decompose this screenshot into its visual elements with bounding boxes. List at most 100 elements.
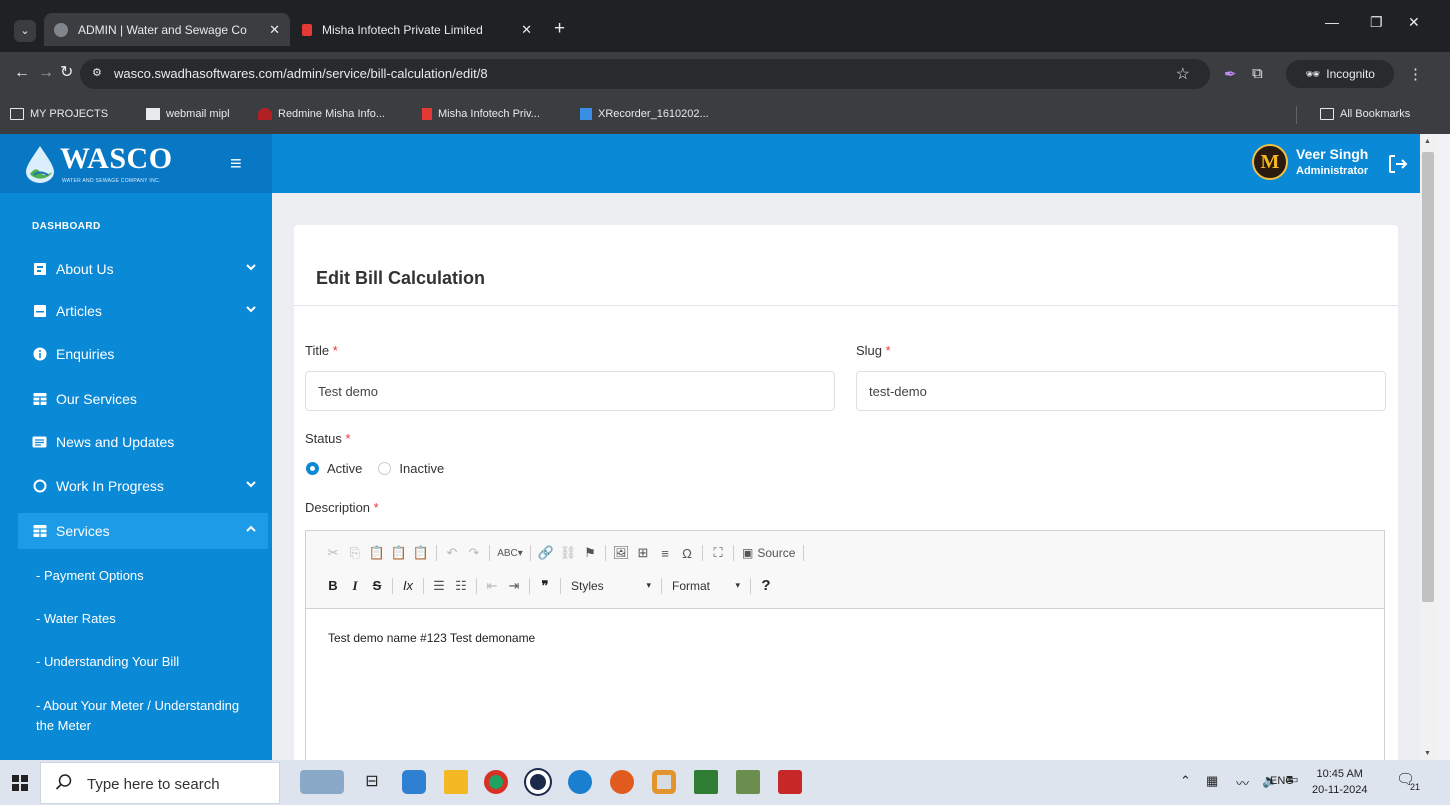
close-tab-icon[interactable]: ✕: [269, 22, 280, 38]
sidebar-subitem-payment-options[interactable]: - Payment Options: [36, 566, 256, 586]
logout-icon[interactable]: [1386, 152, 1410, 176]
sidebar-item-news-and-updates[interactable]: News and Updates: [18, 424, 268, 460]
new-tab-button[interactable]: +: [554, 19, 565, 39]
paste-icon[interactable]: 📋: [366, 545, 388, 561]
indent-icon[interactable]: ⇥: [503, 578, 525, 594]
site-info-icon[interactable]: ⚙: [92, 66, 102, 79]
weather-widget-icon[interactable]: [300, 770, 344, 794]
task-view-icon[interactable]: ⊟: [360, 770, 384, 794]
tab-misha-infotech[interactable]: Misha Infotech Private Limited ✕: [292, 13, 542, 46]
unlink-icon[interactable]: ⛓: [557, 545, 579, 561]
file-explorer-icon[interactable]: [444, 770, 468, 794]
image-icon[interactable]: 🖼: [610, 545, 632, 561]
undo-icon[interactable]: ↶: [441, 545, 463, 561]
paste-word-icon[interactable]: 📋: [410, 545, 432, 561]
blockquote-icon[interactable]: ❞: [534, 578, 556, 594]
scroll-down-icon[interactable]: ▼: [1424, 750, 1431, 757]
sidebar-heading[interactable]: DASHBOARD: [32, 221, 101, 232]
sidebar-item-our-services[interactable]: Our Services: [18, 381, 268, 417]
tab-admin[interactable]: ADMIN | Water and Sewage Co ✕: [44, 13, 290, 46]
taskbar-clock[interactable]: 10:45 AM 20-11-2024: [1312, 766, 1367, 798]
tab-search-button[interactable]: ⌄: [14, 20, 36, 42]
horizontal-line-icon[interactable]: ≡: [654, 546, 676, 561]
logo[interactable]: WASCO WATER AND SEWAGE COMPANY INC. ≡: [0, 134, 272, 193]
scrollbar-thumb[interactable]: [1422, 152, 1434, 602]
source-button[interactable]: ▣ Source: [738, 546, 799, 560]
close-tab-icon[interactable]: ✕: [521, 22, 532, 38]
back-icon[interactable]: ←: [14, 64, 30, 82]
status-active-radio[interactable]: [306, 462, 319, 475]
tray-overflow-icon[interactable]: ⌃: [1180, 773, 1191, 789]
sidebar-item-about-us[interactable]: About Us: [18, 251, 268, 287]
sidebar-item-services[interactable]: Services: [18, 513, 268, 549]
chrome-icon[interactable]: [484, 770, 508, 794]
bookmark-star-icon[interactable]: ☆: [1176, 64, 1190, 84]
bookmark-my-projects[interactable]: MY PROJECTS: [10, 108, 108, 120]
wifi-icon[interactable]: 〰: [1236, 773, 1249, 792]
url-field[interactable]: ⚙ wasco.swadhasoftwares.com/admin/servic…: [80, 59, 1210, 89]
scroll-up-icon[interactable]: ▲: [1424, 138, 1431, 145]
sidebar-subitem-understanding-your-bill[interactable]: - Understanding Your Bill: [36, 652, 256, 672]
maximize-icon[interactable]: ⛶: [707, 545, 729, 561]
close-window-icon[interactable]: ✕: [1408, 14, 1420, 31]
taskbar-search-box[interactable]: Type here to search: [40, 762, 280, 804]
redo-icon[interactable]: ↷: [463, 545, 485, 561]
status-inactive-radio[interactable]: [378, 462, 392, 475]
paste-text-icon[interactable]: 📋: [388, 545, 410, 561]
bold-icon[interactable]: B: [322, 578, 344, 593]
windows-start-icon[interactable]: [12, 775, 28, 791]
sidebar-subitem-about-your-meter[interactable]: - About Your Meter / Understanding the M…: [36, 696, 256, 736]
user-name[interactable]: Veer Singh: [1296, 146, 1368, 162]
format-dropdown[interactable]: Format ▾: [666, 579, 746, 593]
strikethrough-icon[interactable]: S: [366, 578, 388, 593]
tray-app-icon[interactable]: ▦: [1206, 773, 1218, 789]
italic-icon[interactable]: I: [344, 578, 366, 594]
language-indicator[interactable]: ENG: [1270, 775, 1294, 787]
anchor-flag-icon[interactable]: ⚑: [579, 545, 601, 561]
edge-icon[interactable]: [568, 770, 592, 794]
editor-content[interactable]: Test demo name #123 Test demoname: [328, 631, 535, 645]
cut-icon[interactable]: ✂: [322, 545, 344, 561]
incognito-indicator[interactable]: 🕶 Incognito: [1286, 60, 1394, 88]
bookmark-xrecorder[interactable]: XRecorder_1610202...: [580, 108, 709, 120]
title-input[interactable]: [305, 371, 835, 411]
eclipse-icon[interactable]: [526, 770, 550, 794]
spellcheck-icon[interactable]: ABC▾: [494, 548, 526, 559]
sidebar-item-articles[interactable]: Articles: [18, 293, 268, 329]
reload-icon[interactable]: ↻: [60, 64, 73, 82]
outdent-icon[interactable]: ⇤: [481, 578, 503, 594]
mcafee-icon[interactable]: [778, 770, 802, 794]
link-icon[interactable]: 🔗: [535, 545, 557, 561]
status-inactive-label[interactable]: Inactive: [399, 461, 444, 476]
forward-icon[interactable]: →: [38, 64, 54, 82]
copy-icon[interactable]: ⎘: [344, 545, 366, 561]
minimize-icon[interactable]: —: [1325, 14, 1339, 30]
skype-icon[interactable]: [402, 770, 426, 794]
chrome-canary-icon[interactable]: [652, 770, 676, 794]
bookmark-all-bookmarks[interactable]: All Bookmarks: [1320, 108, 1410, 120]
bookmark-webmail[interactable]: webmail mipl: [146, 108, 230, 120]
browser-menu-icon[interactable]: ⋮: [1408, 65, 1423, 83]
special-char-icon[interactable]: Ω: [676, 546, 698, 561]
sidebar-subitem-water-rates[interactable]: - Water Rates: [36, 609, 256, 629]
notepad-icon[interactable]: [736, 770, 760, 794]
help-icon[interactable]: ?: [755, 577, 777, 594]
restore-icon[interactable]: ❐: [1370, 14, 1383, 31]
bookmark-redmine[interactable]: Redmine Misha Info...: [258, 108, 385, 120]
excel-icon[interactable]: [694, 770, 718, 794]
extension-feather-icon[interactable]: ✒: [1224, 65, 1237, 83]
bulleted-list-icon[interactable]: ☷: [450, 578, 472, 594]
status-active-label[interactable]: Active: [327, 461, 362, 476]
styles-dropdown[interactable]: Styles ▾: [565, 579, 657, 593]
sidebar-item-enquiries[interactable]: Enquiries: [18, 336, 268, 372]
bookmark-misha[interactable]: Misha Infotech Priv...: [422, 108, 540, 120]
slug-input[interactable]: [856, 371, 1386, 411]
extensions-icon[interactable]: ⧉: [1252, 65, 1263, 82]
hamburger-menu-icon[interactable]: ≡: [230, 154, 242, 174]
sidebar-item-work-in-progress[interactable]: Work In Progress: [18, 468, 268, 504]
table-icon[interactable]: ⊞: [632, 545, 654, 561]
avatar[interactable]: M: [1252, 144, 1288, 180]
remove-format-icon[interactable]: Ix: [397, 578, 419, 593]
firefox-icon[interactable]: [610, 770, 634, 794]
numbered-list-icon[interactable]: ☰: [428, 578, 450, 594]
